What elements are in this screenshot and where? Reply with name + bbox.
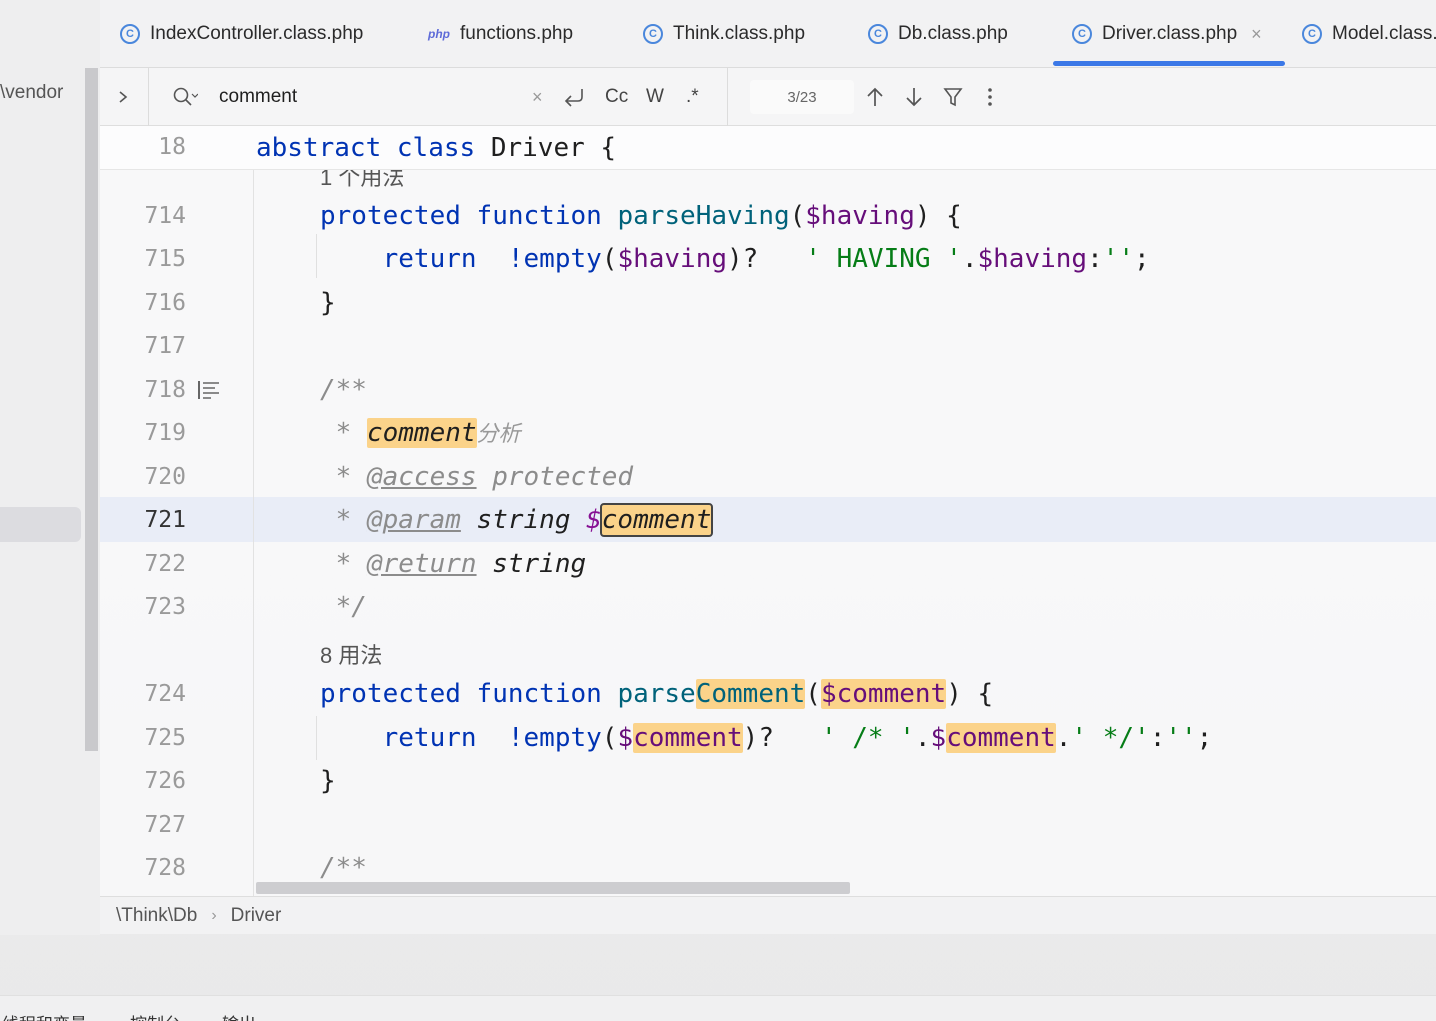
- tab-db[interactable]: C Db.class.php: [868, 0, 1008, 68]
- divider: [148, 68, 149, 126]
- project-panel-scrollbar[interactable]: [85, 68, 98, 751]
- breadcrumb-class[interactable]: Driver: [231, 905, 282, 927]
- find-bar: comment × Cc W .* 3/23: [100, 68, 1436, 126]
- code-line: protected function parseComment($comment…: [320, 679, 994, 709]
- code-line: * @param string $comment: [335, 503, 714, 537]
- search-match: comment: [633, 723, 743, 753]
- active-tab-indicator: [1053, 61, 1285, 66]
- filter-icon[interactable]: [943, 68, 963, 126]
- line-number: 721: [144, 507, 186, 533]
- line-number: 714: [144, 203, 186, 229]
- current-search-match: comment: [599, 503, 714, 537]
- php-file-icon: php: [428, 27, 450, 41]
- editor-tab-bar: C IndexController.class.php php function…: [100, 0, 1436, 68]
- tab-think[interactable]: C Think.class.php: [643, 0, 805, 68]
- horizontal-scrollbar[interactable]: [256, 882, 850, 894]
- line-number: 724: [144, 681, 186, 707]
- tab-driver[interactable]: C Driver.class.php ×: [1072, 0, 1262, 68]
- tab-indexcontroller[interactable]: C IndexController.class.php: [120, 0, 363, 68]
- code-line: return !empty($comment)? ' /* '.$comment…: [382, 723, 1213, 753]
- tool-window-bar: 线程和变量 控制台 输出: [0, 995, 1436, 1021]
- chevron-right-icon: ›: [211, 906, 217, 924]
- tab-label: Db.class.php: [898, 23, 1008, 44]
- line-number: 719: [144, 420, 186, 446]
- tab-console[interactable]: 控制台: [130, 1010, 181, 1021]
- line-number: 722: [144, 551, 186, 577]
- chevron-right-icon[interactable]: [116, 68, 130, 126]
- tab-label: Think.class.php: [673, 23, 806, 44]
- code-line: * comment分析: [335, 418, 521, 448]
- line-number: 726: [144, 768, 186, 794]
- code-line: }: [320, 288, 336, 318]
- class-icon: C: [868, 24, 888, 44]
- code-line: /**: [320, 375, 367, 405]
- next-match-icon[interactable]: [904, 68, 924, 126]
- code-line: return !empty($having)? ' HAVING '.$havi…: [382, 244, 1150, 274]
- class-icon: C: [120, 24, 140, 44]
- line-number: 723: [144, 594, 186, 620]
- code-editor[interactable]: 18 abstract class Driver { 1 个用法 714 pro…: [100, 126, 1436, 896]
- class-icon: C: [643, 24, 663, 44]
- search-match: Comment: [695, 679, 806, 709]
- line-number: 725: [144, 725, 186, 751]
- line-number: 720: [144, 464, 186, 490]
- tab-label: Driver.class.php: [1102, 23, 1238, 44]
- code-line: /**: [320, 853, 367, 883]
- code-line: * @return string: [335, 549, 587, 579]
- search-icon[interactable]: [172, 68, 198, 126]
- tab-output[interactable]: 输出: [222, 1010, 256, 1021]
- class-icon: C: [1072, 24, 1092, 44]
- current-line-highlight: [100, 497, 1436, 542]
- project-tree-selected-row[interactable]: [0, 507, 81, 542]
- tab-label: functions.php: [460, 23, 574, 44]
- indent-guide: [316, 234, 317, 278]
- tab-functions[interactable]: php functions.php: [428, 0, 573, 68]
- code-line: protected function parseHaving($having) …: [320, 201, 962, 231]
- line-number: 18: [158, 134, 186, 160]
- more-options-icon[interactable]: [987, 68, 993, 126]
- breadcrumb-namespace[interactable]: \Think\Db: [116, 905, 197, 927]
- tab-label: IndexController.class.php: [150, 23, 364, 44]
- tab-label: Model.class.: [1332, 23, 1436, 44]
- tab-model[interactable]: C Model.class.: [1302, 0, 1436, 68]
- line-number: 727: [144, 812, 186, 838]
- line-number: 716: [144, 290, 186, 316]
- line-number: 717: [144, 333, 186, 359]
- previous-match-icon[interactable]: [865, 68, 885, 126]
- breadcrumb: \Think\Db › Driver: [100, 896, 1436, 934]
- project-tree-path[interactable]: \vendor: [0, 82, 63, 104]
- newline-toggle-icon[interactable]: [562, 68, 586, 126]
- line-number: 715: [144, 246, 186, 272]
- gutter-divider: [253, 170, 254, 896]
- close-icon[interactable]: ×: [1251, 24, 1262, 45]
- line-number: 728: [144, 855, 186, 881]
- usage-hint[interactable]: 8 用法: [320, 638, 382, 670]
- class-icon: C: [1302, 24, 1322, 44]
- match-case-button[interactable]: Cc: [605, 68, 628, 126]
- code-line: }: [320, 766, 336, 796]
- line-number: 718: [144, 377, 186, 403]
- regex-button[interactable]: .*: [686, 68, 699, 126]
- search-input[interactable]: comment: [219, 68, 297, 126]
- whole-words-button[interactable]: W: [646, 68, 664, 126]
- match-counter: 3/23: [750, 80, 854, 114]
- code-line: * @access protected: [335, 462, 634, 492]
- code-line: */: [335, 592, 367, 622]
- toggle-rendered-view-icon[interactable]: [197, 380, 221, 400]
- search-match: comment: [946, 723, 1056, 753]
- divider: [727, 68, 728, 126]
- sticky-code: abstract class Driver {: [256, 133, 617, 163]
- clear-search-icon[interactable]: ×: [532, 68, 543, 126]
- sticky-class-header[interactable]: 18 abstract class Driver {: [100, 126, 1436, 170]
- indent-guide: [316, 716, 317, 760]
- search-match: $comment: [820, 679, 947, 709]
- tab-threads-variables[interactable]: 线程和变量: [2, 1010, 87, 1021]
- search-match: comment: [366, 418, 477, 448]
